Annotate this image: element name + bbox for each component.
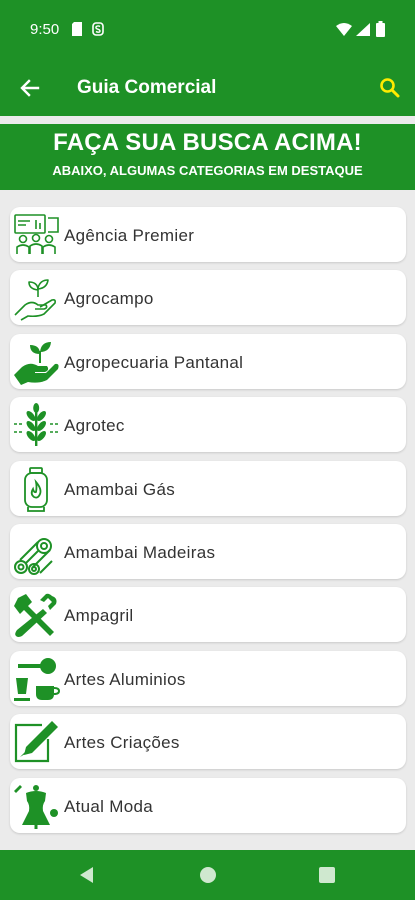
category-item-agencia-premier[interactable]: Agência Premier	[10, 207, 406, 262]
signal-icon	[356, 23, 370, 36]
category-label: Artes Criações	[64, 733, 180, 753]
category-item-agrotec[interactable]: Agrotec	[10, 397, 406, 453]
category-item-agropecuaria-pantanal[interactable]: Agropecuaria Pantanal	[10, 333, 406, 389]
category-label: Agência Premier	[64, 226, 195, 245]
gas-cylinder-icon	[24, 466, 48, 512]
hand-plant-icon	[14, 341, 59, 385]
category-item-atual-moda[interactable]: Atual Moda	[10, 777, 406, 833]
category-item-amambai-madeiras[interactable]: Amambai Madeiras	[10, 523, 406, 579]
battery-icon	[376, 21, 385, 37]
wood-logs-icon	[14, 537, 53, 575]
search-icon[interactable]	[376, 74, 404, 102]
wifi-icon	[336, 23, 352, 36]
navigation-bar	[0, 850, 415, 900]
category-list: Agência Premier Agrocampo Agropecuaria P…	[10, 207, 406, 841]
page-title: Guia Comercial	[77, 77, 217, 98]
category-item-artes-aluminios[interactable]: Artes Aluminios	[10, 650, 406, 706]
team-presentation-icon	[14, 214, 59, 254]
banner-subtitle: ABAIXO, ALGUMAS CATEGORIAS EM DESTAQUE	[52, 163, 363, 178]
app-bar: Guia Comercial	[0, 60, 415, 116]
s-notification-icon	[92, 22, 104, 36]
category-item-agrocampo[interactable]: Agrocampo	[10, 270, 406, 326]
home-circle-icon[interactable]	[199, 866, 217, 884]
category-label: Amambai Gás	[64, 479, 176, 499]
status-bar: 9:50	[0, 0, 415, 60]
category-label: Agrocampo	[64, 289, 154, 309]
category-item-amambai-gas[interactable]: Amambai Gás	[10, 460, 406, 516]
recents-square-icon[interactable]	[318, 866, 336, 884]
hand-sprout-icon	[14, 279, 56, 322]
category-item-ampagril[interactable]: Ampagril	[10, 587, 406, 643]
wheat-icon	[14, 403, 58, 447]
arrow-left-icon[interactable]	[16, 74, 44, 102]
fashion-mannequin-icon	[14, 784, 58, 829]
back-triangle-icon[interactable]	[78, 866, 96, 884]
category-label: Amambai Madeiras	[64, 542, 216, 562]
sim-card-icon	[72, 22, 82, 36]
banner: FAÇA SUA BUSCA ACIMA! ABAIXO, ALGUMAS CA…	[0, 124, 415, 190]
category-label: Artes Aluminios	[64, 669, 186, 689]
status-time: 9:50	[30, 21, 60, 38]
aluminium-tools-icon	[14, 657, 60, 701]
banner-title: FAÇA SUA BUSCA ACIMA!	[53, 129, 362, 156]
category-label: Agrotec	[64, 416, 125, 436]
tools-icon	[14, 594, 57, 638]
category-label: Atual Moda	[64, 796, 153, 816]
category-item-artes-criacoes[interactable]: Artes Criações	[10, 714, 406, 770]
design-pen-icon	[14, 721, 58, 763]
category-label: Agropecuaria Pantanal	[64, 352, 244, 372]
category-label: Ampagril	[64, 606, 134, 626]
